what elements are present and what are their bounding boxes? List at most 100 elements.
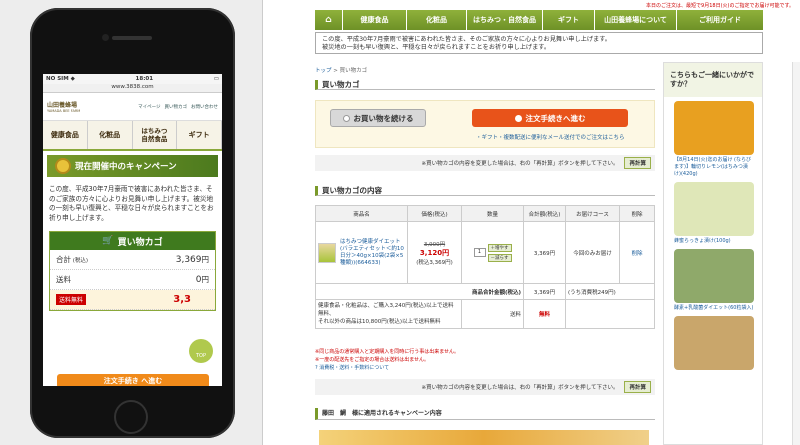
qty-increase-button[interactable]: ＋増やす — [487, 243, 512, 252]
subtotal-tax: (税込) — [72, 258, 89, 264]
col-total: 合計額(税込) — [523, 205, 566, 222]
cart-icon[interactable]: 買い物カゴ — [165, 104, 188, 110]
cart-notes: ※同じ商品の通常購入と定期購入を同時に行う事は出来ません。 ※一度の配送先をご指… — [315, 348, 459, 372]
nav-gift[interactable]: ギフト — [543, 10, 595, 30]
recommend-sidebar: こちらもご一緒にいかがですか？ 【8月14日(火)迄のお届け (ならびます)】輪… — [663, 62, 763, 445]
product-name-link[interactable]: はちみつ健康ダイエット(バラエティセット＜約10日分＞40g×10袋(2袋×5種… — [340, 239, 405, 267]
recommend-item[interactable]: 【8月14日(火)迄のお届け (ならびます)】輪切りレモン(はちみつ漬け)(42… — [674, 101, 754, 178]
mobile-cart-box: 🛒 買い物カゴ 合計 (税込) 3,369円 送料 0円 送料無料 3,3 — [49, 231, 216, 311]
phone-screen: NO SIM ◆ 18:01 ▭ www.3838.com 山田養蜂場 YAMA… — [43, 74, 222, 386]
home-icon[interactable]: ⌂ — [315, 10, 343, 30]
campaign-text: 現在開催中のキャンペーン — [75, 162, 177, 172]
table-header-row: 商品名 価格(税込) 数量 合計額(税込) お届けコース 削除 — [315, 205, 655, 222]
mobile-nav-cosmetics[interactable]: 化粧品 — [87, 121, 133, 149]
subtotal-row: 合計 (税込) 3,369円 — [50, 250, 215, 270]
product-name-link[interactable]: 蜂蜜らっきょ漬け(100g) — [674, 238, 754, 245]
sale-price: 3,120円 — [419, 248, 450, 257]
product-image[interactable] — [674, 182, 754, 236]
subtotal-value: 3,369 — [175, 255, 202, 265]
nav-cosmetics[interactable]: 化粧品 — [407, 10, 467, 30]
goods-total-value: 3,369円 — [523, 283, 566, 300]
mobile-nav-gift[interactable]: ギフト — [177, 121, 222, 149]
item-total: 3,369円 — [523, 221, 566, 284]
shipping-value: 無料 — [523, 299, 566, 329]
recalc-bar-bottom: ※買い物カゴの内容を変更した場合は、右の「再計算」ボタンを押して下さい。 再計算 — [315, 379, 655, 395]
nav-honey[interactable]: はちみつ・自然食品 — [467, 10, 543, 30]
notice-line-2: 被災地の一刻も早い復興と、平穏な日々が戻られますことをお祈り申し上げます。 — [322, 44, 551, 51]
breadcrumb-separator: > — [333, 68, 338, 74]
recalc-button-bottom[interactable]: 再計算 — [624, 381, 651, 393]
desktop-nav: ⌂ 健康食品 化粧品 はちみつ・自然食品 ギフト 山田養蜂場について ご利用ガイ… — [315, 10, 763, 30]
recommend-item[interactable]: 蜂蜜らっきょ漬け(100g) — [674, 182, 754, 245]
shipping-row: 送料 0円 — [50, 270, 215, 290]
col-delete: 削除 — [619, 205, 655, 222]
checkout-label: 注文手続きへ進む — [525, 113, 586, 123]
original-price: 3,900円 — [423, 241, 446, 248]
col-qty: 数量 — [461, 205, 524, 222]
cart-contents-title: 買い物カゴの内容 — [315, 186, 655, 196]
tax-info-link[interactable]: 消費税・送料・手数料について — [319, 365, 389, 371]
quantity-input[interactable]: 1 — [473, 248, 486, 257]
recommend-item[interactable]: 酵素+乳酸菌ダイエット(60粒袋入) — [674, 249, 754, 312]
mobile-nav-health[interactable]: 健康食品 — [43, 121, 88, 149]
product-image[interactable] — [674, 316, 754, 370]
nav-health[interactable]: 健康食品 — [343, 10, 407, 30]
recalc-bar: ※買い物カゴの内容を変更した場合は、右の「再計算」ボタンを押して下さい。 再計算 — [315, 155, 655, 171]
address-bar[interactable]: www.3838.com — [43, 84, 222, 93]
delivery-notice: 本日のご注文は、最短で9月18日(火)のご指定でお届け可能です。 — [646, 3, 794, 9]
checkout-button[interactable]: 注文手続きへ進む — [472, 109, 628, 127]
campaign-banner-image[interactable] — [319, 430, 649, 445]
mypage-icon[interactable]: マイページ — [138, 104, 160, 110]
breadcrumb: トップ > 買い物カゴ — [315, 66, 367, 74]
contact-icon[interactable]: お問い合わせ — [191, 104, 218, 110]
nav-guide[interactable]: ご利用ガイド — [677, 10, 763, 30]
flower-icon — [55, 158, 71, 174]
campaign-section-title: 藤田 鯛 様に適用されるキャンペーン内容 — [315, 408, 655, 420]
campaign-banner[interactable]: 現在開催中のキャンペーン — [47, 155, 218, 177]
continue-shopping-button[interactable]: お買い物を続ける — [330, 109, 426, 127]
total-row: 送料無料 3,3 — [50, 290, 215, 310]
product-image[interactable] — [674, 101, 754, 155]
gift-link[interactable]: ・ギフト・複数配送に便利なメール送付でのご注文はこちら — [476, 133, 625, 141]
col-name: 商品名 — [315, 205, 408, 222]
camera-icon — [102, 34, 109, 41]
breadcrumb-home[interactable]: トップ — [315, 68, 332, 74]
table-row: はちみつ健康ダイエット(バラエティセット＜約10日分＞40g×10袋(2袋×5種… — [315, 221, 655, 284]
mobile-logo[interactable]: 山田養蜂場 YAMADA BEE FARM — [47, 100, 80, 113]
continue-shopping-label: お買い物を続ける — [353, 113, 414, 123]
delete-link[interactable]: 削除 — [631, 251, 642, 257]
mobile-cart-header: 🛒 買い物カゴ — [50, 232, 215, 250]
product-name-link[interactable]: 酵素+乳酸菌ダイエット(60粒袋入) — [674, 305, 754, 312]
product-name-link[interactable]: 【8月14日(火)迄のお届け (ならびます)】輪切りレモン(はちみつ漬け)(42… — [674, 157, 754, 178]
recommend-header: こちらもご一緒にいかがですか？ — [664, 63, 762, 97]
arrow-icon — [342, 114, 350, 122]
qty-decrease-button[interactable]: －減らす — [487, 253, 512, 262]
cart-action-box: お買い物を続ける 注文手続きへ進む ・ギフト・複数配送に便利なメール送付でのご注… — [315, 100, 655, 148]
mobile-nav-honey[interactable]: はちみつ 自然食品 — [132, 121, 178, 149]
nav-about[interactable]: 山田養蜂場について — [595, 10, 677, 30]
notice-line-1: この度、平成30年7月豪雨で被害にあわれた皆さま、そのご家族の方々に心よりお見舞… — [322, 36, 611, 43]
recalc-button[interactable]: 再計算 — [624, 157, 651, 169]
cart-icon: 🛒 — [102, 236, 114, 246]
scrollbar[interactable] — [792, 62, 800, 445]
price-tax: (税込3,369円) — [416, 259, 453, 266]
home-button[interactable] — [114, 400, 148, 434]
product-image[interactable] — [674, 249, 754, 303]
help-icon: ? — [315, 365, 318, 371]
shipping-note-1: 健康食品・化粧品は、ご購入3,240円(税込)以上で送料無料、 — [318, 303, 454, 317]
shipping-row: 健康食品・化粧品は、ご購入3,240円(税込)以上で送料無料、 それ以外の商品は… — [315, 299, 655, 329]
goods-total-tax-note: (うち消費税249円) — [565, 283, 655, 300]
phone-frame: NO SIM ◆ 18:01 ▭ www.3838.com 山田養蜂場 YAMA… — [30, 8, 235, 438]
cart-title: 買い物カゴ — [315, 80, 655, 90]
cart-table: 商品名 価格(税込) 数量 合計額(税込) お届けコース 削除 はちみつ健康ダイ… — [315, 205, 655, 329]
goods-total-row: 商品合計金額(税込) 3,369円 (うち消費税249円) — [315, 283, 655, 300]
recalc-text-bottom: ※買い物カゴの内容を変更した場合は、右の「再計算」ボタンを押して下さい。 — [421, 385, 619, 391]
mobile-cart-title: 買い物カゴ — [117, 237, 163, 248]
recommend-item[interactable] — [674, 316, 754, 370]
delivery-course: 今回のみお届け — [565, 221, 620, 284]
free-shipping-badge: 送料無料 — [56, 294, 87, 305]
product-thumbnail[interactable] — [318, 242, 336, 263]
mobile-checkout-button[interactable]: 注文手続き へ進む — [57, 374, 209, 386]
note-1: ※同じ商品の通常購入と定期購入を同時に行う事は出来ません。 — [315, 349, 460, 355]
back-to-top-button[interactable]: TOP — [189, 339, 213, 363]
